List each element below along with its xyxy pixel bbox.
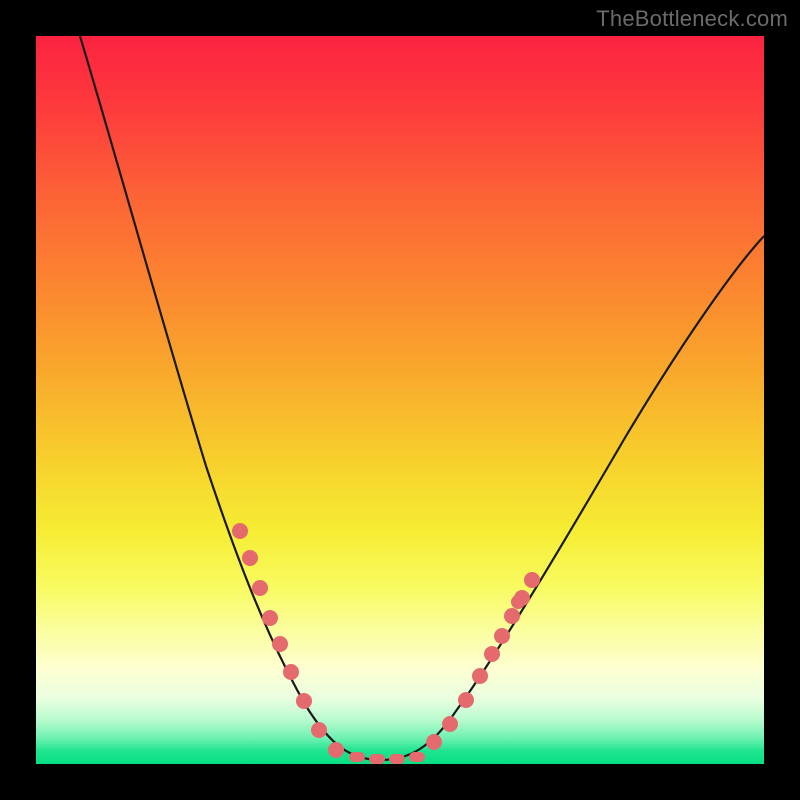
marker-dot <box>296 693 312 709</box>
marker-dot <box>311 722 327 738</box>
watermark-text: TheBottleneck.com <box>596 6 788 32</box>
marker-dot <box>524 572 540 588</box>
marker-dot <box>272 636 288 652</box>
marker-dot <box>389 754 405 764</box>
marker-dot <box>349 752 365 762</box>
marker-dot <box>484 646 500 662</box>
marker-dot <box>262 610 278 626</box>
marker-dot-outlier <box>511 595 525 609</box>
marker-dot <box>472 668 488 684</box>
chart-frame: TheBottleneck.com <box>0 0 800 800</box>
marker-dot <box>442 716 458 732</box>
plot-area <box>36 36 764 764</box>
marker-dot <box>252 580 268 596</box>
marker-dot <box>369 754 385 764</box>
marker-dot <box>328 742 344 758</box>
marker-dot <box>494 628 510 644</box>
bottleneck-curve <box>80 36 764 760</box>
marker-dot <box>458 692 474 708</box>
marker-dot <box>409 752 425 762</box>
marker-dot <box>426 734 442 750</box>
marker-dot <box>504 608 520 624</box>
marker-dot <box>242 550 258 566</box>
marker-dot <box>232 523 248 539</box>
marker-dot <box>283 664 299 680</box>
curve-svg <box>36 36 764 764</box>
